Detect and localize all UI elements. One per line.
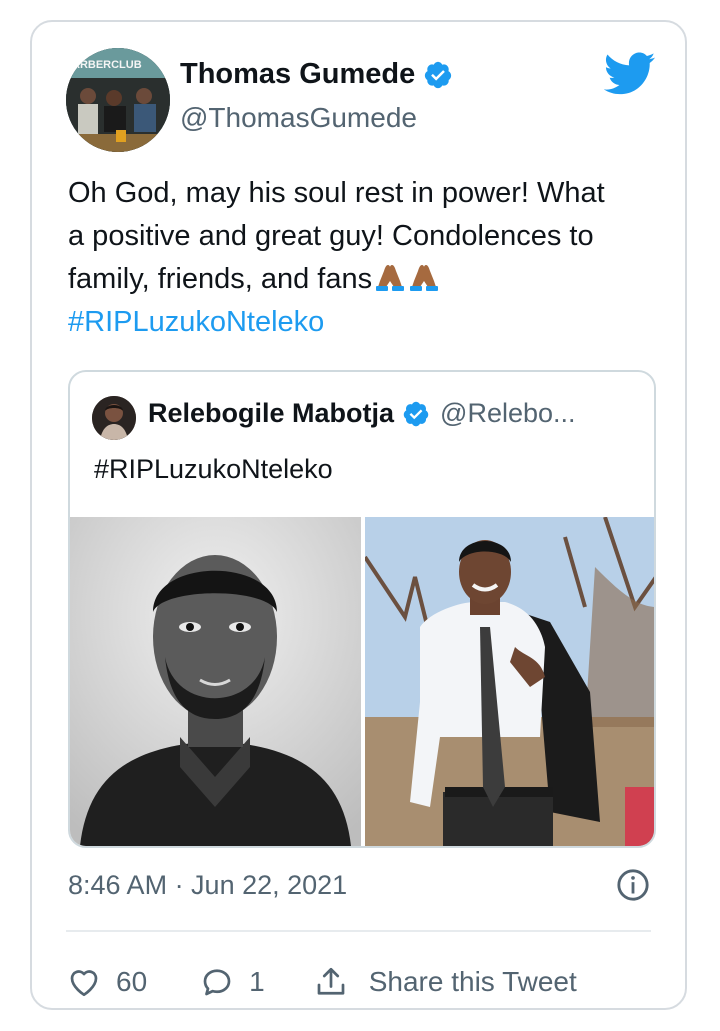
divider: [66, 930, 651, 932]
tweet-timestamp[interactable]: 8:46 AM · Jun 22, 2021: [68, 870, 347, 901]
hashtag-link[interactable]: #RIPLuzukoNteleko: [68, 301, 658, 344]
author-handle[interactable]: @ThomasGumede: [180, 102, 417, 134]
like-button[interactable]: 60: [66, 964, 147, 1000]
tweet-card[interactable]: ARBERCLUB Thomas Gumede @ThomasGumede Oh…: [30, 20, 687, 1010]
verified-badge-icon: [403, 401, 429, 426]
verified-badge-icon: [425, 61, 452, 88]
tweet-text-line: family, friends, and fans: [68, 263, 373, 295]
author-name[interactable]: Thomas Gumede: [180, 58, 415, 91]
reply-icon: [203, 969, 231, 996]
like-count: 60: [116, 966, 148, 997]
folded-hands-emoji-icon: [410, 265, 439, 291]
share-button[interactable]: Share this Tweet: [313, 964, 577, 1000]
avatar-logo-text: ARBERCLUB: [72, 59, 142, 71]
quoted-photo-portrait[interactable]: [70, 517, 361, 846]
folded-hands-emoji-icon: [376, 265, 405, 291]
twitter-bird-icon[interactable]: [604, 52, 656, 96]
info-icon[interactable]: [616, 868, 650, 902]
tweet-text-line: a positive and great guy! Condolences to: [68, 220, 594, 252]
share-label: Share this Tweet: [368, 966, 577, 997]
tweet-text: Oh God, may his soul rest in power! What…: [68, 172, 658, 344]
tweet-text-line: Oh God, may his soul rest in power! What: [68, 177, 605, 209]
quoted-tweet-text: #RIPLuzukoNteleko: [94, 454, 333, 484]
quoted-author-handle[interactable]: @Relebo...: [440, 398, 575, 429]
quoted-author-name[interactable]: Relebogile Mabotja: [148, 398, 394, 429]
reply-button[interactable]: 1: [199, 964, 265, 1000]
quoted-photo-full-body[interactable]: [365, 517, 654, 846]
quoted-tweet[interactable]: Relebogile Mabotja @Relebo... #RIPLuzuko…: [68, 370, 656, 848]
author-avatar[interactable]: ARBERCLUB: [66, 48, 170, 152]
share-icon: [317, 967, 345, 995]
reply-count: 1: [249, 966, 265, 997]
action-bar: 60 1 Share this Tweet: [66, 952, 651, 1012]
quoted-author-avatar[interactable]: [92, 396, 136, 440]
heart-icon: [70, 970, 98, 997]
